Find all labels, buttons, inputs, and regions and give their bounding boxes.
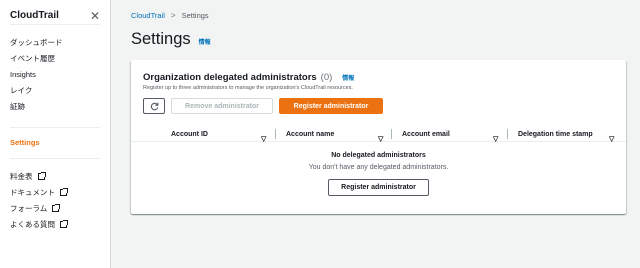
sidebar-item-insights[interactable]: Insights: [10, 67, 100, 83]
sidebar-nav-list: ダッシュボード イベント履歴 Insights レイク 証跡: [0, 25, 110, 115]
column-divider[interactable]: [391, 129, 392, 139]
sidebar-item-label: 料金表: [10, 172, 33, 181]
sidebar-settings-list: Settings: [0, 128, 110, 151]
sidebar-external-links: 料金表 ドキュメント フォーラム よくある質問: [0, 159, 110, 233]
column-label: Account ID: [171, 130, 208, 138]
sidebar-item-pricing[interactable]: 料金表: [10, 169, 100, 185]
refresh-button[interactable]: [143, 98, 165, 114]
external-link-icon: [37, 172, 46, 180]
column-label: Account name: [286, 130, 335, 138]
breadcrumb-link-cloudtrail[interactable]: CloudTrail: [131, 11, 165, 20]
sidebar-item-event-history[interactable]: イベント履歴: [10, 51, 100, 67]
register-administrator-button[interactable]: Register administrator: [279, 98, 383, 114]
column-divider[interactable]: [507, 129, 508, 139]
panel-info-link[interactable]: 情報: [342, 73, 354, 82]
page-header: Settings 情報: [131, 30, 211, 49]
panel-title-row: Organization delegated administrators (0…: [143, 72, 354, 83]
sidebar-item-label: ドキュメント: [10, 188, 55, 197]
delegated-admins-panel: Organization delegated administrators (0…: [131, 60, 626, 214]
sort-caret-icon[interactable]: ▽: [493, 131, 498, 147]
empty-state-actions: Register administrator: [131, 179, 626, 196]
sort-caret-icon[interactable]: ▽: [609, 131, 614, 147]
column-label: Account email: [402, 130, 450, 138]
sort-caret-icon[interactable]: ▽: [378, 131, 383, 147]
chevron-right-icon: >: [170, 11, 176, 20]
breadcrumb: CloudTrail > Settings: [131, 11, 209, 20]
panel-actions: Remove administrator Register administra…: [143, 98, 383, 114]
empty-state: No delegated administrators You don't ha…: [131, 152, 626, 196]
empty-register-administrator-button[interactable]: Register administrator: [328, 179, 429, 196]
column-header-account-email[interactable]: Account email: [402, 126, 450, 142]
sidebar-item-settings[interactable]: Settings: [10, 135, 100, 151]
info-link[interactable]: 情報: [199, 37, 211, 46]
side-navigation: CloudTrail ✕ ダッシュボード イベント履歴 Insights レイク…: [0, 0, 111, 268]
sidebar-item-label: よくある質問: [10, 220, 55, 229]
sidebar-item-dashboard[interactable]: ダッシュボード: [10, 35, 100, 51]
external-link-icon: [52, 204, 61, 212]
external-link-icon: [60, 220, 68, 228]
sidebar-item-lake[interactable]: レイク: [10, 83, 100, 99]
panel-title: Organization delegated administrators: [143, 72, 317, 83]
breadcrumb-current: Settings: [181, 11, 209, 20]
empty-state-title: No delegated administrators: [331, 152, 426, 159]
sidebar-item-label: フォーラム: [10, 204, 48, 213]
sidebar-title[interactable]: CloudTrail: [10, 10, 59, 21]
close-icon[interactable]: ✕: [90, 10, 100, 22]
column-header-account-name[interactable]: Account name: [286, 126, 334, 142]
panel-description: Register up to three administrators to m…: [143, 85, 353, 91]
panel-header: Organization delegated administrators (0…: [143, 72, 354, 91]
column-header-account-id[interactable]: Account ID: [171, 126, 208, 142]
column-label: Delegation time stamp: [518, 130, 593, 138]
empty-state-description: You don't have any delegated administrat…: [308, 164, 449, 171]
table-header: Account ID ▽ Account name ▽ Account emai…: [131, 126, 626, 143]
remove-administrator-button[interactable]: Remove administrator: [171, 98, 273, 114]
sidebar-item-trails[interactable]: 証跡: [10, 99, 100, 115]
external-link-icon: [60, 188, 68, 196]
column-header-delegation-time-stamp[interactable]: Delegation time stamp: [518, 126, 593, 142]
refresh-icon: [150, 102, 158, 110]
admin-count: (0): [320, 72, 333, 83]
sort-caret-icon[interactable]: ▽: [261, 131, 266, 147]
sidebar-item-documentation[interactable]: ドキュメント: [10, 185, 100, 201]
column-divider[interactable]: [275, 129, 276, 139]
page-title: Settings: [131, 30, 191, 48]
sidebar-item-faq[interactable]: よくある質問: [10, 217, 100, 233]
sidebar-header: CloudTrail ✕: [0, 0, 110, 24]
sidebar-item-forums[interactable]: フォーラム: [10, 201, 100, 217]
main-content: CloudTrail > Settings Settings 情報 Organi…: [111, 0, 640, 268]
